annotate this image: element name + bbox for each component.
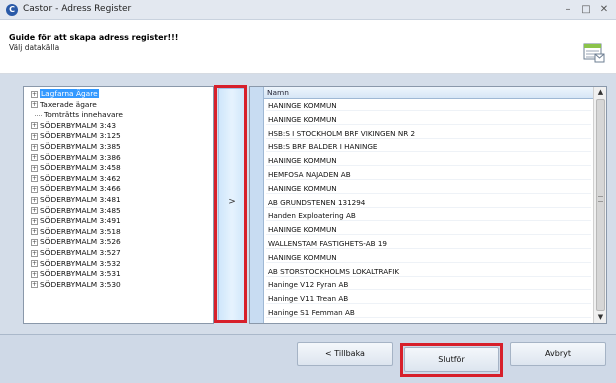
tree-item[interactable]: + SÖDERBYMALM 3:386: [24, 153, 121, 163]
list-row[interactable]: AB STORSTOCKHOLMS LOKALTRAFIK: [266, 266, 591, 277]
tree-item-label: Taxerade ägare: [40, 99, 97, 109]
wizard-title: Guide för att skapa adress register!!!: [9, 33, 179, 42]
expand-icon[interactable]: +: [31, 196, 38, 204]
tree-item[interactable]: + SÖDERBYMALM 3:491: [24, 216, 121, 226]
tree-item[interactable]: + SÖDERBYMALM 3:526: [24, 237, 121, 247]
wizard-header: Guide för att skapa adress register!!! V…: [0, 20, 616, 74]
wizard-subtitle: Välj datakälla: [9, 43, 60, 52]
highlight-box-finish: [400, 343, 503, 377]
expand-icon[interactable]: +: [31, 90, 38, 98]
minimize-button[interactable]: –: [560, 2, 576, 17]
tree-item[interactable]: + Lagfarna Ägare: [24, 89, 99, 99]
owner-name-list[interactable]: Namn HANINGE KOMMUN HANINGE KOMMUN HSB:S I…: [249, 86, 607, 324]
tree-item-label: SÖDERBYMALM 3:485: [40, 205, 121, 215]
scroll-up-icon[interactable]: ▲: [594, 87, 606, 98]
tree-item[interactable]: + SÖDERBYMALM 3:532: [24, 259, 121, 269]
tree-item[interactable]: + SÖDERBYMALM 3:43: [24, 121, 116, 131]
tree-item-label: SÖDERBYMALM 3:481: [40, 195, 121, 204]
tree-item[interactable]: + SÖDERBYMALM 3:458: [24, 163, 121, 173]
maximize-button[interactable]: □: [578, 2, 594, 17]
expand-icon[interactable]: +: [31, 217, 38, 225]
expand-icon[interactable]: +: [31, 154, 38, 162]
expand-icon[interactable]: +: [31, 249, 38, 257]
tree-item[interactable]: + SÖDERBYMALM 3:485: [24, 206, 121, 216]
castor-app-icon: C: [6, 4, 18, 16]
title-bar: C Castor - Adress Register – □ ✕: [0, 0, 616, 20]
highlight-box-transfer: [214, 85, 247, 323]
tree-item[interactable]: + SÖDERBYMALM 3:518: [24, 227, 121, 237]
list-row[interactable]: HANINGE KOMMUN: [266, 224, 591, 236]
list-row[interactable]: Haninge V12 Fyran AB: [266, 279, 591, 291]
tree-item-label: SÖDERBYMALM 3:527: [40, 248, 121, 257]
tree-item-label: SÖDERBYMALM 3:526: [40, 237, 121, 247]
tree-item[interactable]: Tomträtts innehavare: [24, 110, 123, 120]
expand-icon[interactable]: +: [31, 101, 38, 109]
tree-item-label: SÖDERBYMALM 3:386: [40, 152, 121, 162]
vertical-scrollbar[interactable]: ▲ ▼: [593, 87, 606, 323]
list-row[interactable]: WALLENSTAM FASTIGHETS-AB 19: [266, 238, 591, 249]
list-row[interactable]: Handen Exploatering AB: [266, 210, 591, 222]
scroll-thumb[interactable]: [596, 99, 605, 311]
list-row[interactable]: HEMFOSA NAJADEN AB: [266, 169, 591, 180]
tree-item[interactable]: + SÖDERBYMALM 3:531: [24, 269, 121, 279]
list-row[interactable]: HANINGE KOMMUN: [266, 114, 591, 125]
expand-icon[interactable]: +: [31, 175, 38, 183]
tree-item-label: SÖDERBYMALM 3:491: [40, 216, 121, 226]
expand-icon[interactable]: +: [31, 143, 38, 151]
expand-icon[interactable]: +: [31, 228, 38, 236]
window-title: Castor - Adress Register: [23, 4, 132, 14]
list-row[interactable]: HSB:S BRF BALDER I HANINGE: [266, 141, 591, 153]
expand-icon[interactable]: +: [31, 270, 38, 278]
tree-item-label: SÖDERBYMALM 3:43: [40, 120, 117, 130]
expand-icon[interactable]: +: [31, 207, 38, 215]
tree-item-label: Tomträtts innehavare: [44, 110, 123, 120]
list-row[interactable]: AB GRUNDSTENEN 131294: [266, 197, 591, 208]
close-button[interactable]: ✕: [596, 2, 612, 17]
expand-icon[interactable]: +: [31, 281, 38, 289]
tree-item-label: SÖDERBYMALM 3:385: [40, 142, 121, 151]
expand-icon[interactable]: +: [31, 164, 38, 172]
list-row[interactable]: Haninge S1 Femman AB: [266, 307, 591, 318]
tree-item-label: SÖDERBYMALM 3:125: [40, 131, 121, 141]
register-document-icon: [583, 43, 605, 63]
grip-icon: [598, 196, 603, 202]
tree-item[interactable]: + SÖDERBYMALM 3:385: [24, 142, 121, 152]
tree-item[interactable]: + Taxerade ägare: [24, 100, 97, 110]
tree-item[interactable]: + SÖDERBYMALM 3:527: [24, 248, 121, 258]
expand-icon[interactable]: +: [31, 238, 38, 246]
tree-item-label: SÖDERBYMALM 3:462: [40, 173, 121, 183]
expand-icon[interactable]: +: [31, 185, 38, 193]
tree-item-label: SÖDERBYMALM 3:532: [40, 258, 121, 268]
row-selector-gutter: [250, 87, 264, 323]
expand-icon[interactable]: +: [31, 132, 38, 140]
list-row[interactable]: Haninge V11 Trean AB: [266, 293, 591, 305]
tree-connector-line: [35, 114, 42, 116]
tree-item[interactable]: + SÖDERBYMALM 3:462: [24, 174, 121, 184]
list-row[interactable]: HANINGE KOMMUN: [266, 100, 591, 111]
tree-item-label: SÖDERBYMALM 3:518: [40, 226, 121, 236]
tree-item-label: SÖDERBYMALM 3:458: [40, 163, 121, 173]
tree-item-label: SÖDERBYMALM 3:531: [40, 269, 121, 279]
tree-item[interactable]: + SÖDERBYMALM 3:481: [24, 195, 121, 205]
list-row[interactable]: HANINGE KOMMUN: [266, 252, 591, 263]
tree-item-label: Lagfarna Ägare: [40, 89, 99, 98]
scroll-down-icon[interactable]: ▼: [594, 312, 606, 323]
tree-item[interactable]: + SÖDERBYMALM 3:530: [24, 280, 121, 290]
list-row[interactable]: HANINGE KOMMUN: [266, 183, 591, 194]
tree-item-label: SÖDERBYMALM 3:530: [40, 279, 121, 289]
expand-icon[interactable]: +: [31, 122, 38, 130]
data-source-tree[interactable]: + Lagfarna Ägare + Taxerade ägare Tomträtts …: [23, 86, 214, 324]
tree-item-label: SÖDERBYMALM 3:466: [40, 184, 121, 194]
back-button[interactable]: < Tillbaka: [297, 342, 393, 366]
expand-icon[interactable]: +: [31, 260, 38, 268]
tree-item[interactable]: + SÖDERBYMALM 3:125: [24, 131, 121, 141]
cancel-button[interactable]: Avbryt: [510, 342, 606, 366]
tree-item[interactable]: + SÖDERBYMALM 3:466: [24, 184, 121, 194]
list-row[interactable]: HANINGE KOMMUN: [266, 155, 591, 167]
list-row[interactable]: HSB:S I STOCKHOLM BRF VIKINGEN NR 2: [266, 128, 591, 139]
column-header-namn[interactable]: Namn: [264, 87, 593, 99]
